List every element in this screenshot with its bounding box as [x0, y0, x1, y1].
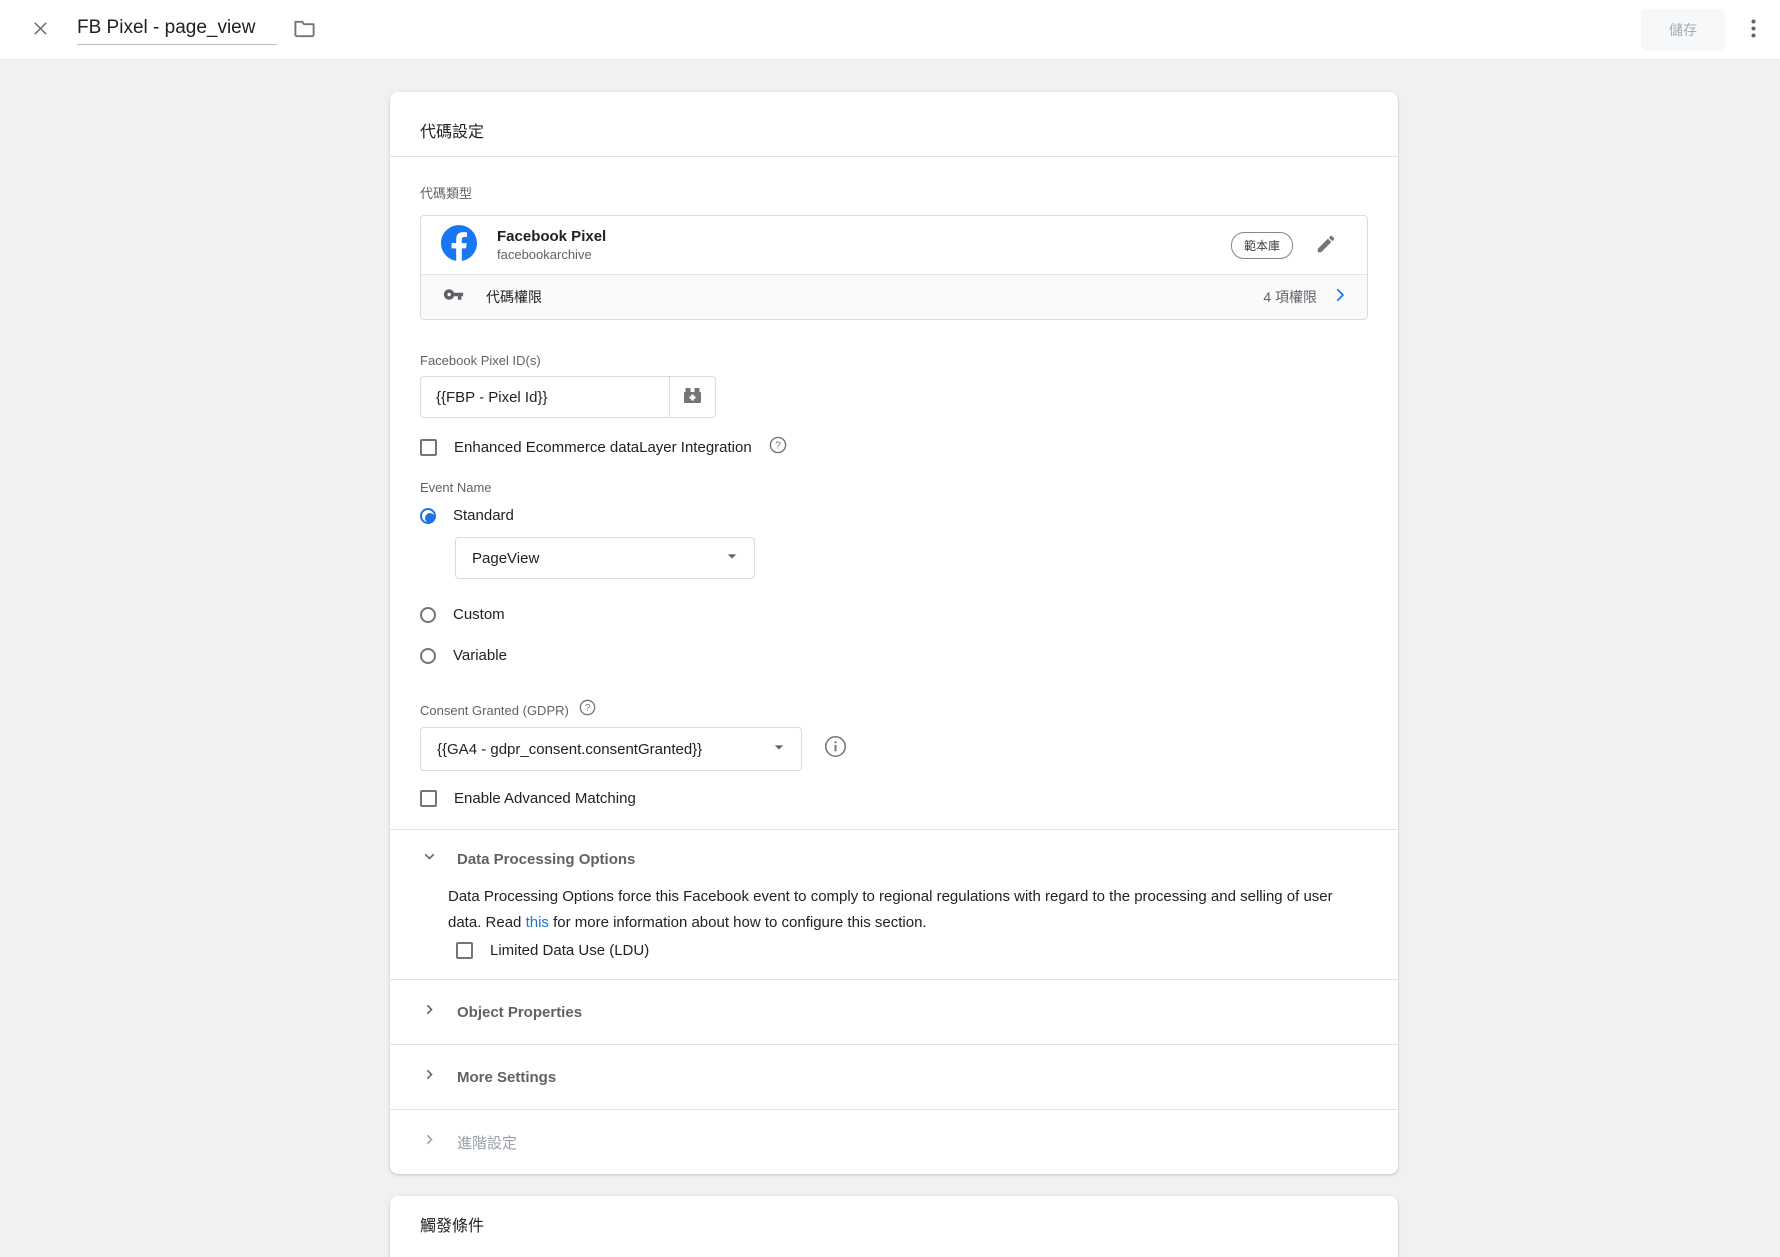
- template-gallery-badge[interactable]: 範本庫: [1231, 232, 1293, 259]
- pixel-id-input[interactable]: [420, 376, 670, 418]
- tag-type-row: Facebook Pixel facebookarchive 範本庫: [421, 216, 1367, 274]
- pixel-id-input-row: [420, 376, 1368, 418]
- help-icon[interactable]: ?: [579, 699, 596, 721]
- tag-configuration-card: 代碼設定 代碼類型 Facebook Pixel facebookarchive…: [390, 92, 1398, 1174]
- advanced-matching-checkbox[interactable]: [420, 790, 437, 807]
- insert-variable-button[interactable]: [670, 376, 716, 418]
- dropdown-caret-icon: [722, 546, 742, 570]
- facebook-logo-icon: [441, 225, 477, 266]
- event-standard-label: Standard: [453, 507, 514, 524]
- divider: [390, 829, 1398, 830]
- tag-type-box: Facebook Pixel facebookarchive 範本庫 代碼權限 …: [420, 215, 1368, 320]
- data-processing-description: Data Processing Options force this Faceb…: [448, 884, 1363, 936]
- top-bar: 儲存: [0, 0, 1780, 60]
- standard-event-select[interactable]: PageView: [455, 537, 755, 579]
- enhanced-ecommerce-label: Enhanced Ecommerce dataLayer Integration: [454, 439, 752, 456]
- enhanced-ecommerce-checkbox[interactable]: [420, 439, 437, 456]
- close-button[interactable]: [28, 16, 53, 44]
- event-standard-radio-row[interactable]: Standard: [420, 507, 1368, 524]
- event-custom-radio[interactable]: [420, 607, 436, 623]
- tag-type-label: 代碼類型: [420, 183, 1368, 202]
- this-link[interactable]: this: [526, 914, 549, 931]
- ldu-checkbox-row[interactable]: Limited Data Use (LDU): [456, 942, 1368, 959]
- section-object-properties[interactable]: Object Properties: [420, 980, 1368, 1044]
- event-name-label: Event Name: [420, 480, 1368, 495]
- tag-configuration-title: 代碼設定: [420, 92, 1368, 142]
- info-icon[interactable]: [824, 735, 847, 763]
- consent-select-row: {{GA4 - gdpr_consent.consentGranted}}: [420, 727, 1368, 771]
- tag-type-vendor: facebookarchive: [497, 247, 606, 262]
- kebab-menu-icon: [1751, 19, 1756, 41]
- help-icon[interactable]: ?: [769, 436, 787, 459]
- event-standard-radio[interactable]: [420, 508, 436, 524]
- advanced-matching-checkbox-row[interactable]: Enable Advanced Matching: [420, 790, 1368, 807]
- advanced-settings-title: 進階設定: [457, 1132, 517, 1153]
- event-variable-radio[interactable]: [420, 648, 436, 664]
- consent-label-row: Consent Granted (GDPR) ?: [420, 699, 1368, 721]
- more-menu-button[interactable]: [1747, 15, 1760, 45]
- divider: [390, 156, 1398, 157]
- trigger-card-title: 觸發條件: [420, 1212, 1368, 1236]
- ldu-checkbox[interactable]: [456, 942, 473, 959]
- key-icon: [443, 284, 464, 310]
- chevron-right-icon: [420, 1065, 439, 1089]
- variable-brick-icon: [682, 384, 703, 411]
- dropdown-caret-icon: [769, 737, 789, 761]
- folder-icon: [293, 18, 316, 41]
- event-variable-label: Variable: [453, 647, 507, 664]
- enhanced-ecommerce-checkbox-row[interactable]: Enhanced Ecommerce dataLayer Integration…: [420, 436, 1368, 459]
- consent-label: Consent Granted (GDPR): [420, 703, 569, 718]
- chevron-down-icon: [420, 847, 439, 871]
- more-settings-title: More Settings: [457, 1069, 556, 1086]
- svg-text:?: ?: [775, 440, 781, 452]
- consent-value: {{GA4 - gdpr_consent.consentGranted}}: [437, 741, 702, 758]
- svg-text:?: ?: [585, 703, 591, 714]
- chevron-right-icon: [420, 1130, 439, 1154]
- tag-type-name: Facebook Pixel: [497, 228, 606, 245]
- chevron-right-icon: [420, 1000, 439, 1024]
- save-button[interactable]: 儲存: [1641, 9, 1725, 51]
- tag-title-input[interactable]: [77, 15, 277, 45]
- advanced-matching-label: Enable Advanced Matching: [454, 790, 636, 807]
- consent-select[interactable]: {{GA4 - gdpr_consent.consentGranted}}: [420, 727, 802, 771]
- tag-type-text: Facebook Pixel facebookarchive: [497, 228, 606, 262]
- section-more-settings[interactable]: More Settings: [420, 1045, 1368, 1109]
- ldu-label: Limited Data Use (LDU): [490, 942, 649, 959]
- data-processing-options-header[interactable]: Data Processing Options: [420, 847, 1368, 871]
- trigger-card: 觸發條件 觸發條件: [390, 1196, 1398, 1257]
- data-processing-options-title: Data Processing Options: [457, 851, 635, 868]
- folder-button[interactable]: [289, 14, 320, 45]
- edit-pencil-icon: [1315, 233, 1337, 258]
- pixel-id-label: Facebook Pixel ID(s): [420, 353, 1368, 368]
- event-custom-radio-row[interactable]: Custom: [420, 606, 1368, 623]
- object-properties-title: Object Properties: [457, 1004, 582, 1021]
- edit-tag-type-button[interactable]: [1311, 229, 1341, 262]
- close-icon: [32, 20, 49, 40]
- tag-permissions-row[interactable]: 代碼權限 4 項權限: [421, 274, 1367, 319]
- chevron-right-icon: [1331, 286, 1349, 309]
- event-custom-label: Custom: [453, 606, 505, 623]
- tag-permissions-label: 代碼權限: [486, 287, 542, 307]
- section-advanced-settings[interactable]: 進階設定: [420, 1110, 1368, 1174]
- tag-permissions-count: 4 項權限: [1263, 287, 1317, 307]
- standard-event-value: PageView: [472, 550, 539, 567]
- event-variable-radio-row[interactable]: Variable: [420, 647, 1368, 664]
